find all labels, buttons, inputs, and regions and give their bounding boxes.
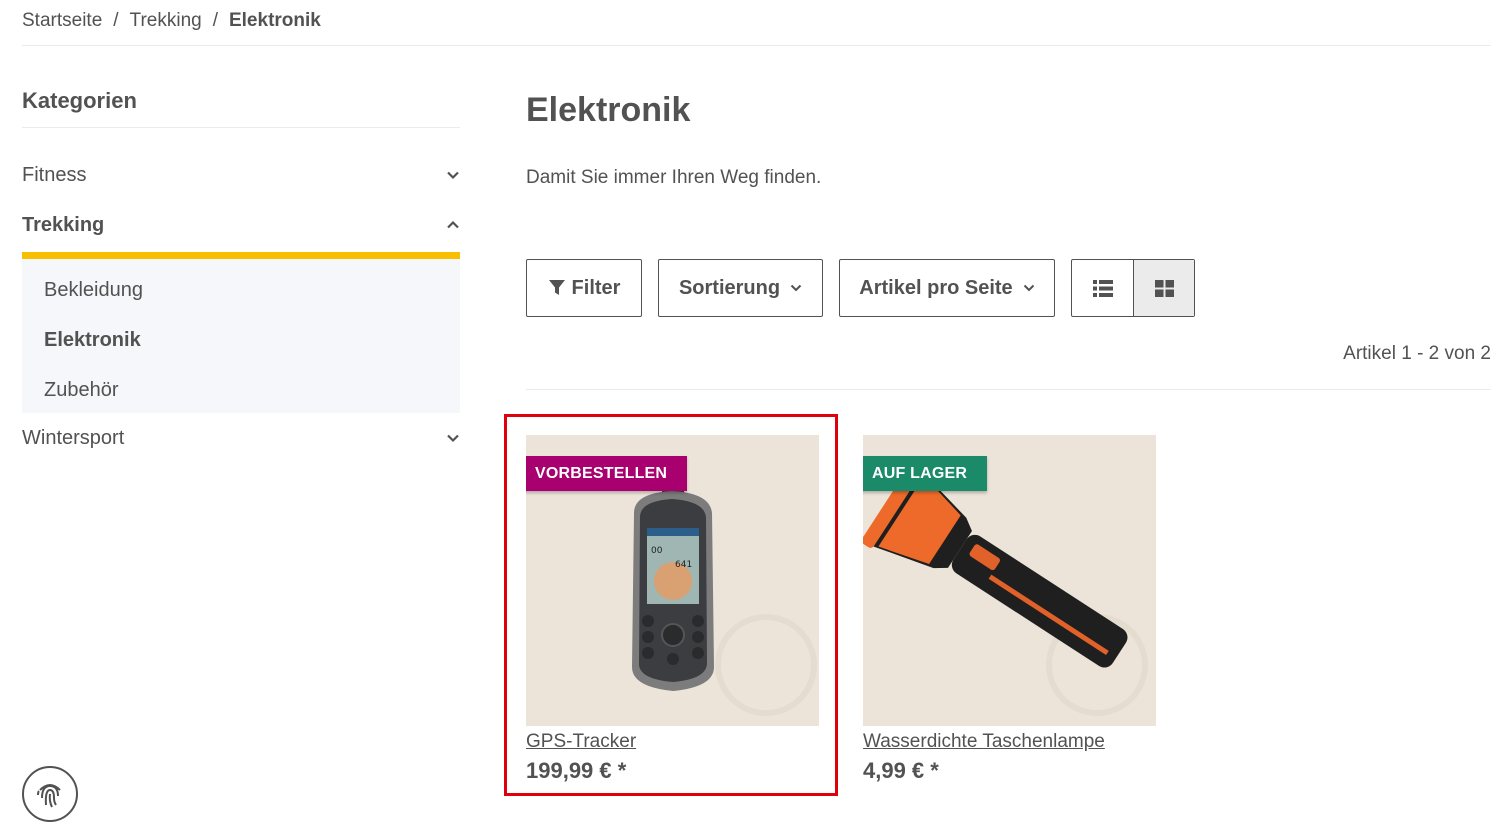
product-name-link[interactable]: Wasserdichte Taschenlampe	[863, 731, 1105, 753]
category-wintersport[interactable]: Wintersport	[22, 413, 460, 463]
breadcrumb-home[interactable]: Startseite	[22, 10, 102, 32]
svg-text:641: 641	[675, 560, 692, 570]
product-card[interactable]: 00 641 VORBESTELLEN GPS-Tracker 199,99 €…	[526, 435, 819, 784]
product-name-link[interactable]: GPS-Tracker	[526, 731, 636, 753]
top-divider	[22, 45, 1491, 46]
list-view-button[interactable]	[1072, 260, 1133, 316]
chevron-down-icon[interactable]	[446, 431, 460, 445]
filter-label: Filter	[571, 276, 621, 299]
chevron-down-icon	[790, 284, 802, 292]
page-title: Elektronik	[526, 91, 691, 129]
product-price: 4,99 € *	[863, 758, 939, 783]
subcategory-zubehoer[interactable]: Zubehör	[44, 365, 460, 415]
chevron-down-icon	[1023, 284, 1034, 292]
breadcrumb-separator: /	[212, 10, 218, 31]
sort-dropdown[interactable]: Sortierung	[658, 259, 823, 317]
chevron-down-icon[interactable]	[446, 168, 460, 182]
page-description: Damit Sie immer Ihren Weg finden.	[526, 167, 822, 188]
view-mode-toggle	[1071, 259, 1195, 317]
filter-button[interactable]: Filter	[526, 259, 642, 317]
breadcrumb-separator: /	[113, 10, 119, 31]
grid-view-icon	[1154, 279, 1174, 297]
in-stock-badge: AUF LAGER	[863, 456, 988, 499]
list-view-icon	[1092, 279, 1113, 297]
chevron-up-icon[interactable]	[446, 218, 460, 232]
breadcrumb-current: Elektronik	[228, 10, 321, 31]
product-card[interactable]: AUF LAGER Wasserdichte Taschenlampe 4,99…	[863, 435, 1156, 784]
product-toolbar: Filter Sortierung Artikel pro Seite	[526, 259, 1195, 317]
category-fitness[interactable]: Fitness	[22, 150, 460, 200]
results-divider	[526, 389, 1491, 390]
items-per-page-label: Artikel pro Seite	[859, 276, 1013, 299]
result-count: Artikel 1 - 2 von 2	[1343, 343, 1491, 364]
preorder-badge: VORBESTELLEN	[526, 456, 688, 499]
product-image[interactable]: 00 641 VORBESTELLEN	[526, 435, 819, 726]
category-trekking[interactable]: Trekking	[22, 200, 460, 250]
sort-label: Sortierung	[678, 276, 781, 299]
svg-text:00: 00	[651, 546, 663, 556]
main-content: Elektronik Damit Sie immer Ihren Weg fin…	[526, 86, 1491, 783]
sidebar-title: Kategorien	[22, 88, 460, 128]
product-image[interactable]: AUF LAGER	[863, 435, 1156, 726]
subcategory-elektronik[interactable]: Elektronik	[44, 315, 460, 365]
active-category-bar	[22, 252, 460, 259]
filter-icon	[548, 280, 565, 295]
items-per-page-dropdown[interactable]: Artikel pro Seite	[839, 259, 1055, 317]
category-label: Fitness	[22, 163, 87, 186]
breadcrumb: Startseite / Trekking / Elektronik	[22, 10, 321, 32]
consent-fingerprint-button[interactable]	[22, 766, 78, 822]
category-sidebar: Kategorien Fitness Trekking Bekleidung E…	[22, 88, 460, 463]
breadcrumb-trekking[interactable]: Trekking	[130, 10, 202, 32]
category-label: Wintersport	[22, 426, 125, 449]
subcategory-list: Bekleidung Elektronik Zubehör	[22, 259, 460, 413]
product-price: 199,99 € *	[526, 758, 627, 783]
fingerprint-icon	[37, 784, 61, 808]
subcategory-bekleidung[interactable]: Bekleidung	[44, 265, 460, 315]
grid-view-button[interactable]	[1133, 260, 1194, 316]
category-label: Trekking	[22, 213, 105, 236]
